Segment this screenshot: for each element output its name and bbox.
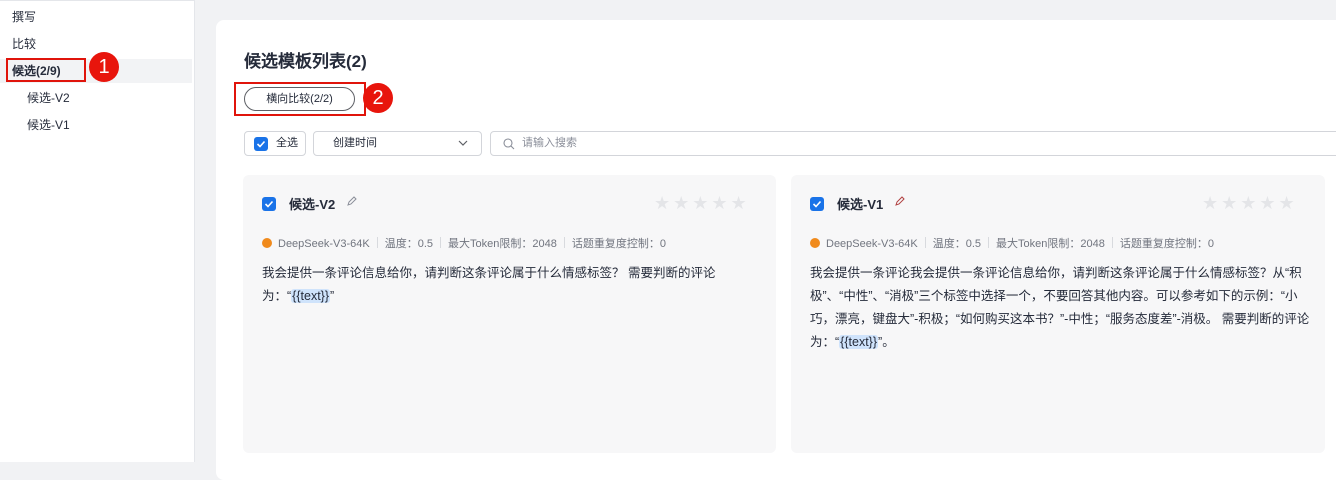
sidebar-item-compare[interactable]: 比较: [0, 32, 192, 56]
card-title: 候选-V1: [837, 197, 884, 212]
card-checkbox[interactable]: [262, 197, 276, 211]
card-meta: DeepSeek-V3-64K 温度：0.5 最大Token限制：2048 话题重复度…: [262, 235, 666, 251]
rating-stars[interactable]: ★★★★★: [654, 193, 750, 214]
variable-highlight: {{text}}: [839, 335, 879, 349]
temperature: 温度：0.5: [384, 238, 434, 250]
card-meta: DeepSeek-V3-64K 温度：0.5 最大Token限制：2048 话题重复度…: [810, 235, 1214, 251]
page-title: 候选模板列表(2): [244, 52, 367, 71]
sidebar-item-candidate-v1[interactable]: 候选-V1: [0, 113, 192, 137]
prompt-text: 我会提供一条评论我会提供一条评论信息给你，请判断这条评论属于什么情感标签？从“积…: [810, 266, 1310, 349]
sidebar-item-candidate-v2[interactable]: 候选-V2: [0, 86, 192, 110]
temperature: 温度：0.5: [932, 238, 982, 250]
select-all-label: 全选: [276, 137, 298, 149]
prompt-text: 我会提供一条评论信息给你，请判断这条评论属于什么情感标签？ 需要判断的评论为：“…: [262, 266, 716, 303]
repeat-control: 话题重复度控制：0: [571, 238, 666, 250]
card-checkbox[interactable]: [810, 197, 824, 211]
edit-pencil-icon[interactable]: [346, 196, 357, 207]
sidebar-item-compose[interactable]: 撰写: [0, 5, 192, 29]
annotation-box-2: [234, 82, 366, 116]
edit-pencil-icon[interactable]: [894, 196, 905, 207]
candidate-card-v2[interactable]: 候选-V2 ★★★★★ DeepSeek-V3-64K 温度：0.5 最大Token…: [243, 175, 776, 453]
model-name: DeepSeek-V3-64K: [826, 238, 918, 250]
search-placeholder: 请输入搜索: [522, 137, 577, 149]
variable-highlight: {{text}}: [291, 289, 331, 303]
model-icon: [262, 238, 272, 248]
sort-value: 创建时间: [333, 137, 377, 149]
candidate-card-v1[interactable]: 候选-V1 ★★★★★ DeepSeek-V3-64K 温度：0.5 最大Token…: [791, 175, 1325, 453]
max-tokens: 最大Token限制：2048: [996, 238, 1105, 250]
repeat-control: 话题重复度控制：0: [1119, 238, 1214, 250]
rating-stars[interactable]: ★★★★★: [1202, 193, 1298, 214]
annotation-number-1: 1: [89, 52, 119, 82]
max-tokens: 最大Token限制：2048: [448, 238, 557, 250]
annotation-box-1: [6, 58, 86, 82]
select-all-checkbox[interactable]: 全选: [244, 131, 306, 156]
checkbox-checked-icon: [254, 137, 268, 151]
annotation-number-2: 2: [363, 83, 393, 113]
chevron-down-icon: [458, 140, 468, 146]
card-title: 候选-V2: [289, 197, 336, 212]
search-input[interactable]: 请输入搜索: [490, 131, 1336, 156]
model-name: DeepSeek-V3-64K: [278, 238, 370, 250]
model-icon: [810, 238, 820, 248]
search-icon: [503, 138, 515, 150]
sort-dropdown[interactable]: 创建时间: [313, 131, 482, 156]
